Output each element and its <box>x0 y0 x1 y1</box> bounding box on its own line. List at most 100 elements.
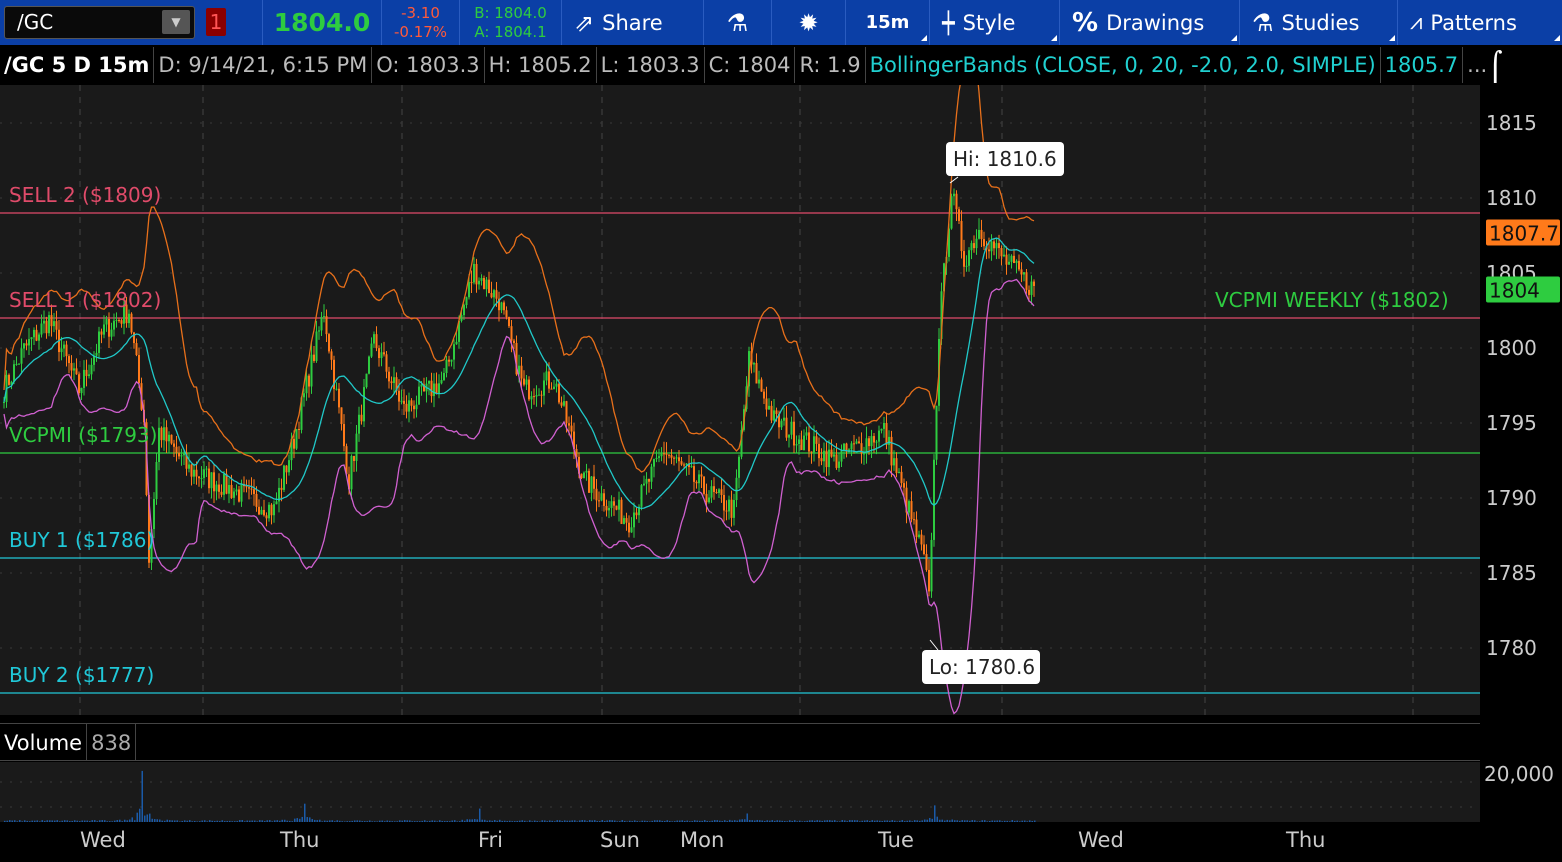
candle-body <box>865 438 868 454</box>
volume-bar <box>934 805 936 822</box>
candle-body <box>483 277 485 290</box>
style-button[interactable]: ┿ Style <box>930 0 1060 45</box>
flask-button[interactable]: ⚗ <box>704 0 772 45</box>
candle-body <box>295 429 298 449</box>
candle-body <box>528 379 530 400</box>
price-tick-label: 1810 <box>1486 186 1537 210</box>
candle-body <box>308 375 310 387</box>
candle-body <box>648 478 650 482</box>
time-tick-label: Thu <box>1286 828 1326 852</box>
candle-body <box>493 290 495 298</box>
candle-body <box>33 329 35 338</box>
study-value: 1805.7 <box>1381 47 1464 83</box>
candle-body <box>43 320 45 324</box>
candle-body <box>513 340 515 343</box>
candle-body <box>955 193 958 210</box>
candle-body <box>478 280 480 285</box>
studies-button[interactable]: ⚗ Studies <box>1240 0 1398 45</box>
candle-body <box>128 313 130 324</box>
candle-body <box>463 305 465 316</box>
candle-body <box>720 489 723 495</box>
drawings-button[interactable]: % Drawings <box>1060 0 1240 45</box>
price-axis[interactable]: 1815 1810 1805 1800 1795 1790 1785 1780 1807.7 18… <box>1480 85 1562 722</box>
candle-body <box>323 316 325 318</box>
candle-body <box>215 484 218 492</box>
change-value: -3.10 <box>401 3 440 22</box>
candle-body <box>953 193 955 197</box>
candle-body <box>470 282 473 284</box>
candle-body <box>828 449 830 468</box>
candle-body <box>685 463 688 465</box>
candle-body <box>1018 260 1020 270</box>
upper-bollinger-band <box>3 85 1035 473</box>
candle-body <box>965 265 968 267</box>
candle-body <box>18 363 20 365</box>
candle-body <box>310 354 313 387</box>
time-tick-label: Sun <box>600 828 640 852</box>
price-chart[interactable]: SELL 2 ($1809) SELL 1 ($1802) VCPMI ($1793… <box>0 85 1480 715</box>
candle-body <box>193 469 195 477</box>
candle-body <box>3 401 5 403</box>
study-label[interactable]: BollingerBands (CLOSE, 0, 20, -2.0, 2.0,… <box>866 47 1381 83</box>
candle-body <box>908 501 910 513</box>
candle-body <box>520 365 523 379</box>
candle-body <box>48 315 50 334</box>
candle-body <box>975 238 978 249</box>
candle-body <box>875 441 878 443</box>
time-tick-label: Fri <box>478 828 504 852</box>
timeframe-button[interactable]: 15m <box>846 0 930 45</box>
chart-mode-icon[interactable]: ⌠ <box>1488 50 1503 83</box>
patterns-button[interactable]: ⩘ Patterns <box>1398 0 1562 45</box>
candle-body <box>115 320 118 322</box>
more-studies[interactable]: ... <box>1463 47 1491 83</box>
candle-body <box>825 450 828 468</box>
candle-body <box>133 332 135 344</box>
net-change: -3.10 -0.17% <box>382 0 460 45</box>
candle-body <box>435 383 438 394</box>
candle-body <box>920 534 923 545</box>
level-label: VCPMI ($1793) <box>9 423 157 447</box>
alert-badge[interactable]: 1 <box>206 8 226 36</box>
candle-body <box>990 241 993 252</box>
candle-body <box>433 383 435 397</box>
candle-body <box>523 378 525 385</box>
bar-range: R: 1.9 <box>795 47 866 83</box>
symbol-input[interactable]: /GC ▼ <box>4 6 195 39</box>
candle-body <box>780 420 783 428</box>
settings-button[interactable]: ✹ <box>772 0 846 45</box>
candle-body <box>320 316 323 331</box>
candle-body <box>468 282 470 298</box>
candle-body <box>758 379 760 384</box>
candle-body <box>495 290 498 299</box>
candle-body <box>705 493 708 503</box>
candle-body <box>210 472 213 489</box>
candle-body <box>878 430 880 442</box>
candle-body <box>268 504 270 519</box>
candle-body <box>45 320 48 334</box>
level-label: BUY 2 ($1777) <box>9 663 154 687</box>
level-label: BUY 1 ($1786) <box>9 528 154 552</box>
candle-body <box>288 460 290 473</box>
share-label: Share <box>602 10 663 35</box>
candle-body <box>765 398 768 410</box>
volume-bar <box>479 808 481 822</box>
candle-body <box>383 352 385 355</box>
candle-body <box>505 310 508 318</box>
candle-body <box>415 404 418 410</box>
candle-body <box>108 318 110 337</box>
candle-body <box>980 229 983 240</box>
time-tick-label: Thu <box>280 828 320 852</box>
candle-body <box>775 410 778 414</box>
price-tick-label: 1795 <box>1486 411 1537 435</box>
candle-body <box>568 423 570 426</box>
chevron-down-icon[interactable]: ▼ <box>162 10 190 34</box>
volume-header: Volume 838 <box>0 723 1480 761</box>
share-button[interactable]: ⇗ Share <box>562 0 704 45</box>
candle-body <box>1033 281 1035 286</box>
candle-body <box>263 509 265 516</box>
candle-body <box>783 417 785 421</box>
volume-bar <box>139 808 141 822</box>
candle-body <box>818 443 820 459</box>
candle-body <box>585 470 588 473</box>
candle-body <box>970 243 973 251</box>
